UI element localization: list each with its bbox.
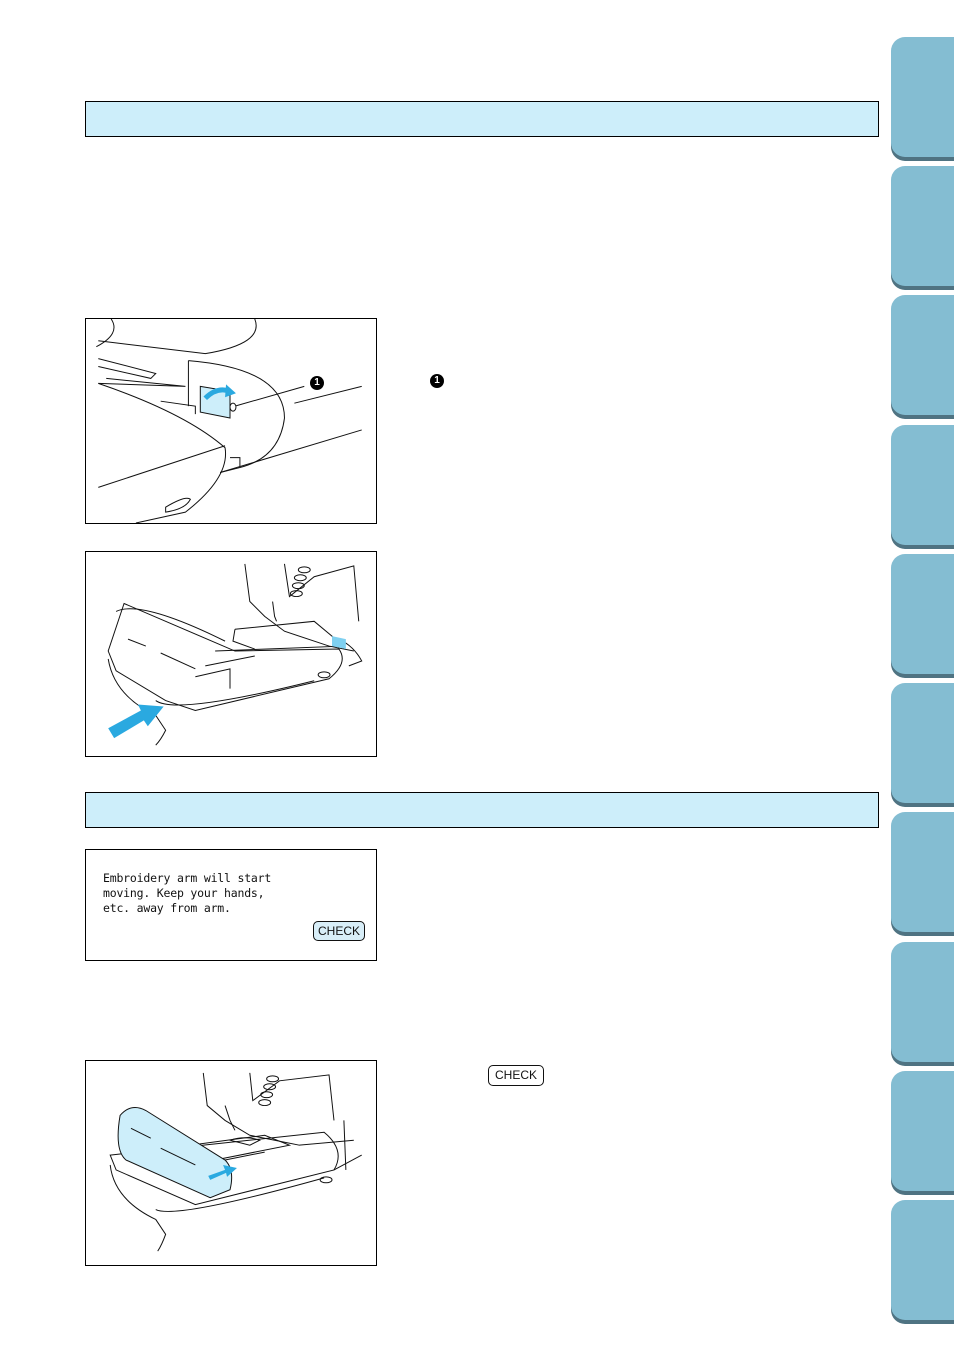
screen-message-line-3: etc. away from arm.: [103, 901, 231, 915]
side-tab-5[interactable]: [891, 554, 954, 674]
side-tab-10[interactable]: [891, 1200, 954, 1320]
illustration-release-lever: [96, 319, 362, 523]
screen-message-panel: Embroidery arm will start moving. Keep y…: [85, 849, 377, 961]
side-tab-8[interactable]: [891, 942, 954, 1062]
check-key-icon: CHECK: [488, 1065, 544, 1086]
side-tab-9[interactable]: [891, 1071, 954, 1191]
illustration-attach-unit: [107, 563, 363, 746]
step-callout-number: 1: [430, 374, 444, 388]
side-tab-6[interactable]: [891, 683, 954, 803]
side-tab-4[interactable]: [891, 425, 954, 545]
callout-number-1: 1: [310, 376, 324, 390]
section-header-bar-2: [85, 792, 879, 828]
side-tab-3[interactable]: [891, 295, 954, 415]
section-header-bar-1: [85, 101, 879, 137]
illustration-arm-moving: [109, 1072, 362, 1252]
check-button[interactable]: CHECK: [313, 921, 365, 941]
side-tab-7[interactable]: [891, 812, 954, 932]
figure-embroidery-arm-moving: [85, 1060, 377, 1266]
screen-message-line-1: Embroidery arm will start: [103, 871, 272, 885]
screen-message: Embroidery arm will start moving. Keep y…: [103, 871, 271, 916]
screen-message-line-2: moving. Keep your hands,: [103, 886, 265, 900]
side-tab-2[interactable]: [891, 166, 954, 286]
side-tab-1[interactable]: [891, 37, 954, 157]
figure-release-lever: 1: [85, 318, 377, 524]
figure-attach-embroidery-unit: [85, 551, 377, 757]
